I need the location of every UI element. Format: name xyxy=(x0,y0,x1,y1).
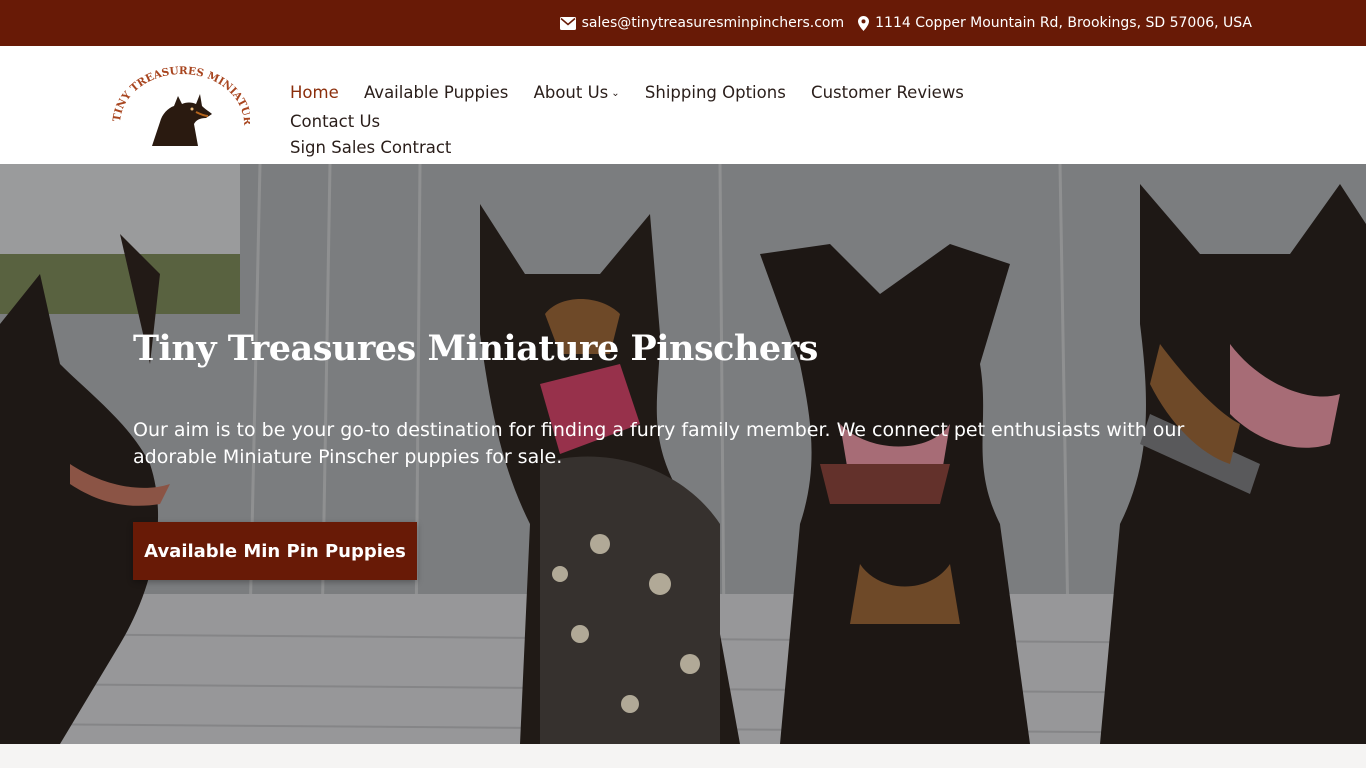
email-text[interactable]: sales@tinytreasuresminpinchers.com xyxy=(582,15,845,31)
available-puppies-button[interactable]: Available Min Pin Puppies xyxy=(133,522,417,580)
nav-item-home[interactable]: Home xyxy=(290,80,339,106)
nav-item-sign-sales-contract[interactable]: Sign Sales Contract xyxy=(290,135,451,161)
chevron-down-icon: ⌄ xyxy=(611,88,620,99)
site-logo[interactable]: TINY TREASURES MINIATURE PINSCHERS xyxy=(107,53,253,146)
nav-item-available-puppies[interactable]: Available Puppies xyxy=(364,80,508,106)
top-contact-bar: sales@tinytreasuresminpinchers.com 1114 … xyxy=(0,0,1366,46)
envelope-icon xyxy=(559,16,576,30)
nav-item-customer-reviews[interactable]: Customer Reviews xyxy=(811,80,964,106)
nav-item-shipping-options[interactable]: Shipping Options xyxy=(645,80,786,106)
page-bottom-strip xyxy=(0,744,1366,768)
address-text: 1114 Copper Mountain Rd, Brookings, SD 5… xyxy=(875,15,1252,31)
hero-description: Our aim is to be your go-to destination … xyxy=(133,419,1185,468)
hero-banner: Tiny Treasures Miniature Pinschers Our a… xyxy=(0,164,1366,744)
address-contact: 1114 Copper Mountain Rd, Brookings, SD 5… xyxy=(858,15,1252,31)
hero-title: Tiny Treasures Miniature Pinschers xyxy=(133,328,818,369)
nav-item-about-us[interactable]: About Us ⌄ xyxy=(534,80,620,109)
site-header: TINY TREASURES MINIATURE PINSCHERS Home … xyxy=(0,46,1366,164)
email-contact[interactable]: sales@tinytreasuresminpinchers.com xyxy=(559,15,845,31)
nav-item-contact-us[interactable]: Contact Us xyxy=(290,109,380,135)
map-pin-icon xyxy=(858,15,870,31)
nav-item-about-us-label: About Us xyxy=(533,83,609,102)
main-navigation: Home Available Puppies About Us ⌄ Shippin… xyxy=(290,80,1090,161)
